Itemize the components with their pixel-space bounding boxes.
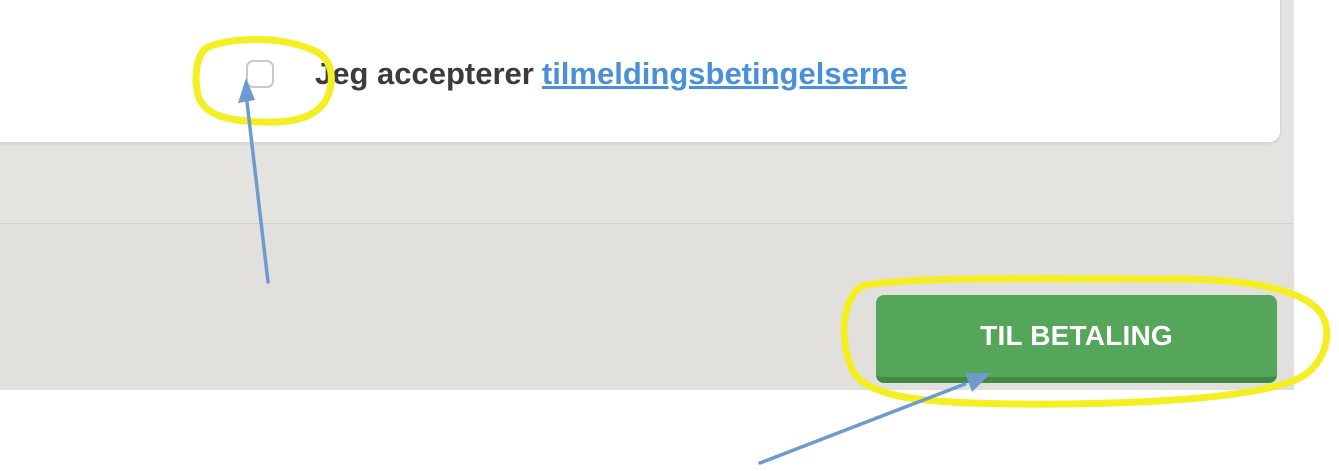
to-payment-button[interactable]: TIL BETALING — [876, 295, 1277, 383]
terms-label: Jeg accepterer — [315, 56, 534, 91]
arrow-to-button-line — [758, 382, 967, 465]
terms-link[interactable]: tilmeldingsbetingelserne — [542, 56, 907, 92]
terms-checkbox[interactable] — [246, 60, 274, 88]
terms-acceptance-row: Jeg accepterer tilmeldingsbetingelserne — [246, 56, 907, 92]
signup-footer: Jeg accepterer tilmeldingsbetingelserne … — [0, 0, 1294, 390]
